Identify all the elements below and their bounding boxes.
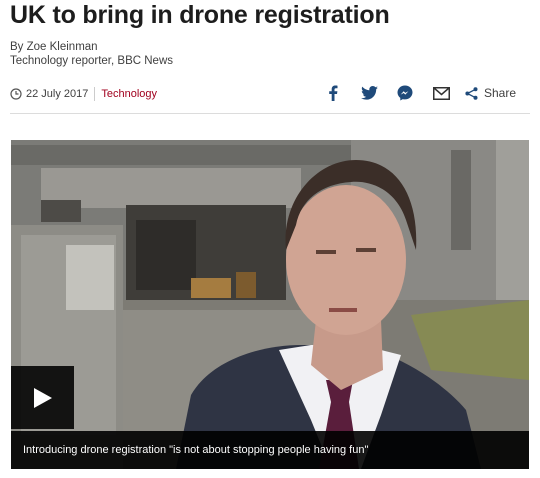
byline: By Zoe Kleinman Technology reporter, BBC… <box>10 40 173 68</box>
email-icon[interactable] <box>431 83 451 103</box>
author-name: By Zoe Kleinman <box>10 41 98 53</box>
share-icon <box>465 86 478 100</box>
clock-icon <box>10 88 22 100</box>
article-meta: 22 July 2017 Technology <box>10 86 157 102</box>
video-still <box>11 140 529 469</box>
share-tools: Share <box>323 83 516 103</box>
facebook-icon[interactable] <box>323 83 343 103</box>
play-icon <box>33 387 52 408</box>
meta-separator <box>94 87 96 101</box>
twitter-icon[interactable] <box>359 83 379 103</box>
messenger-icon[interactable] <box>395 83 415 103</box>
topic-link[interactable]: Technology <box>101 88 157 100</box>
meta-divider <box>10 113 530 114</box>
author-role: Technology reporter, BBC News <box>10 55 173 67</box>
share-label: Share <box>484 86 517 100</box>
play-button[interactable] <box>11 366 74 429</box>
video-player[interactable]: Introducing drone registration "is not a… <box>11 140 529 469</box>
share-button[interactable]: Share <box>465 86 516 100</box>
article-headline: UK to bring in drone registration <box>10 1 390 29</box>
video-caption: Introducing drone registration "is not a… <box>11 431 529 469</box>
publish-date: 22 July 2017 <box>26 88 89 100</box>
